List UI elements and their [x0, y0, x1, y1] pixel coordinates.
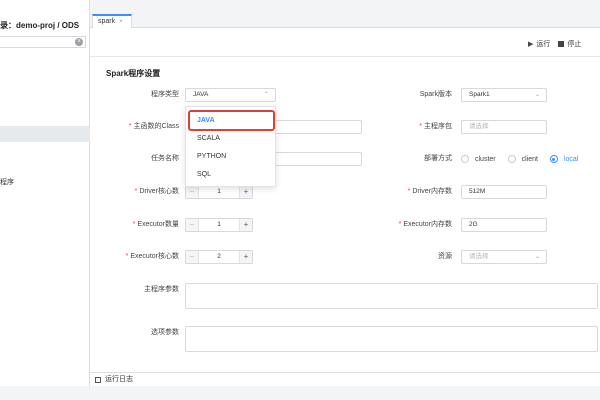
tree-item-program[interactable]: 程序 [0, 178, 14, 188]
deploy-mode-label: 部署方式 [424, 155, 452, 162]
close-icon[interactable]: × [119, 17, 123, 28]
sidebar: 录：demo-proj / ODS × 程序 [0, 0, 90, 400]
project-title: 录：demo-proj / ODS [0, 21, 80, 30]
tab-bar: spark × [90, 0, 600, 28]
executor-count-label: * Executor数量 [132, 221, 179, 228]
driver-cores-label: * Driver核心数 [134, 188, 179, 195]
run-label: 运行 [536, 41, 551, 48]
decrement-button[interactable]: − [186, 186, 199, 198]
options-label: 选项参数 [151, 329, 179, 336]
main-args-textarea[interactable] [185, 283, 598, 309]
driver-memory-input[interactable]: 512M [461, 185, 547, 199]
run-log-tab[interactable]: 运行日志 [105, 373, 133, 386]
program-type-label: 程序类型 [151, 91, 179, 98]
dropdown-option-python[interactable]: PYTHON [186, 148, 277, 166]
play-icon: ▶ [528, 41, 534, 48]
run-button[interactable]: ▶ 运行 [528, 39, 550, 49]
main-args-label: 主程序参数 [144, 286, 179, 293]
decrement-button[interactable]: − [186, 219, 199, 231]
highlight-box [188, 110, 275, 131]
driver-memory-label: * Driver内存数 [407, 188, 452, 195]
decrement-button[interactable]: − [186, 251, 199, 263]
main-jar-select[interactable]: 请选择 [461, 120, 547, 134]
dropdown-option-sql[interactable]: SQL [186, 166, 277, 184]
executor-cores-stepper[interactable]: − 2 + [185, 250, 253, 264]
driver-cores-stepper[interactable]: − 1 + [185, 185, 253, 199]
stop-icon [558, 41, 565, 47]
radio-dot-checked [549, 155, 558, 163]
stop-label: 停止 [567, 41, 582, 48]
resources-placeholder: 请选择 [469, 253, 489, 260]
executor-count-value[interactable]: 1 [199, 219, 239, 231]
spark-version-label: Spark版本 [419, 91, 452, 98]
driver-cores-value[interactable]: 1 [199, 186, 239, 198]
tab-spark[interactable]: spark × [92, 14, 132, 28]
tree-item-selected[interactable] [0, 126, 90, 142]
main-class-label: * 主函数的Class [128, 123, 179, 130]
executor-memory-label: * Executor内存数 [398, 221, 452, 228]
spark-version-value: Spark1 [469, 91, 490, 98]
section-title: Spark程序设置 [106, 69, 161, 78]
radio-cluster[interactable]: cluster [461, 155, 496, 163]
main-jar-placeholder: 请选择 [469, 123, 489, 130]
sidebar-search-input[interactable]: × [0, 36, 86, 48]
dropdown-option-scala[interactable]: SCALA [186, 130, 277, 148]
executor-memory-input[interactable]: 2G [461, 218, 547, 232]
resources-select[interactable]: 请选择 ⌄ [461, 250, 547, 264]
options-textarea[interactable] [185, 326, 598, 352]
clear-icon[interactable]: × [75, 38, 83, 46]
chevron-down-icon: ⌄ [534, 92, 540, 98]
program-type-select[interactable]: JAVA ⌃ [185, 88, 276, 102]
increment-button[interactable]: + [239, 251, 252, 263]
log-icon [95, 376, 101, 383]
radio-dot [507, 155, 516, 163]
toolbar: ▶ 运行 停止 [528, 38, 589, 50]
radio-dot [461, 155, 469, 163]
stop-button[interactable]: 停止 [558, 39, 581, 49]
resources-label: 资源 [438, 253, 452, 260]
program-type-value: JAVA [193, 91, 209, 98]
task-name-label: 任务名称 [151, 155, 179, 162]
tab-label: spark [98, 18, 116, 25]
footer: 运行日志 [90, 372, 600, 386]
increment-button[interactable]: + [239, 186, 252, 198]
executor-cores-value[interactable]: 2 [199, 251, 239, 263]
spark-version-select[interactable]: Spark1 ⌄ [461, 88, 547, 102]
toolbar-divider [90, 56, 600, 57]
deploy-mode-radio-group: cluster client local [461, 152, 590, 166]
radio-local[interactable]: local [549, 155, 578, 163]
main-panel [90, 28, 600, 372]
bottom-strip [0, 386, 600, 400]
radio-client[interactable]: client [507, 155, 538, 163]
chevron-up-icon: ⌃ [263, 92, 269, 98]
executor-count-stepper[interactable]: − 1 + [185, 218, 253, 232]
executor-cores-label: * Executor核心数 [125, 253, 179, 260]
chevron-down-icon: ⌄ [534, 254, 540, 260]
main-jar-label: * 主程序包 [419, 123, 452, 130]
increment-button[interactable]: + [239, 219, 252, 231]
